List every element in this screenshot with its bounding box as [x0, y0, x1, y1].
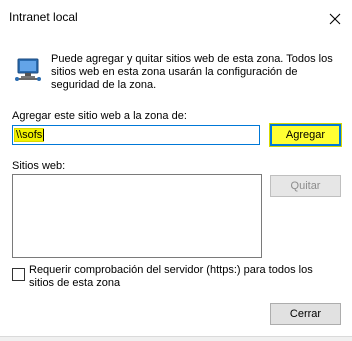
dialog-bottom-edge — [0, 336, 352, 341]
close-icon — [329, 13, 341, 25]
zone-info-text: Puede agregar y quitar sitios web de est… — [51, 53, 333, 91]
add-site-input[interactable]: \\sofs — [12, 125, 260, 145]
require-https-checkbox[interactable] — [12, 268, 25, 281]
add-site-label: Agregar este sitio web a la zona de: — [12, 110, 187, 122]
dialog-title: Intranet local — [9, 10, 78, 24]
add-site-input-value: \\sofs — [13, 128, 45, 142]
add-button[interactable]: Agregar — [269, 123, 342, 147]
close-window-button[interactable] — [322, 6, 348, 32]
intranet-zone-icon — [15, 58, 41, 81]
websites-label: Sitios web: — [12, 160, 66, 172]
remove-button[interactable]: Quitar — [270, 175, 341, 197]
require-https-label[interactable]: Requerir comprobación del servidor (http… — [29, 264, 339, 290]
close-button[interactable]: Cerrar — [270, 303, 341, 325]
websites-list[interactable] — [12, 174, 262, 258]
text-caret — [43, 129, 45, 141]
intranet-zone-dialog: Intranet local Puede agregar y quitar si… — [0, 0, 352, 341]
